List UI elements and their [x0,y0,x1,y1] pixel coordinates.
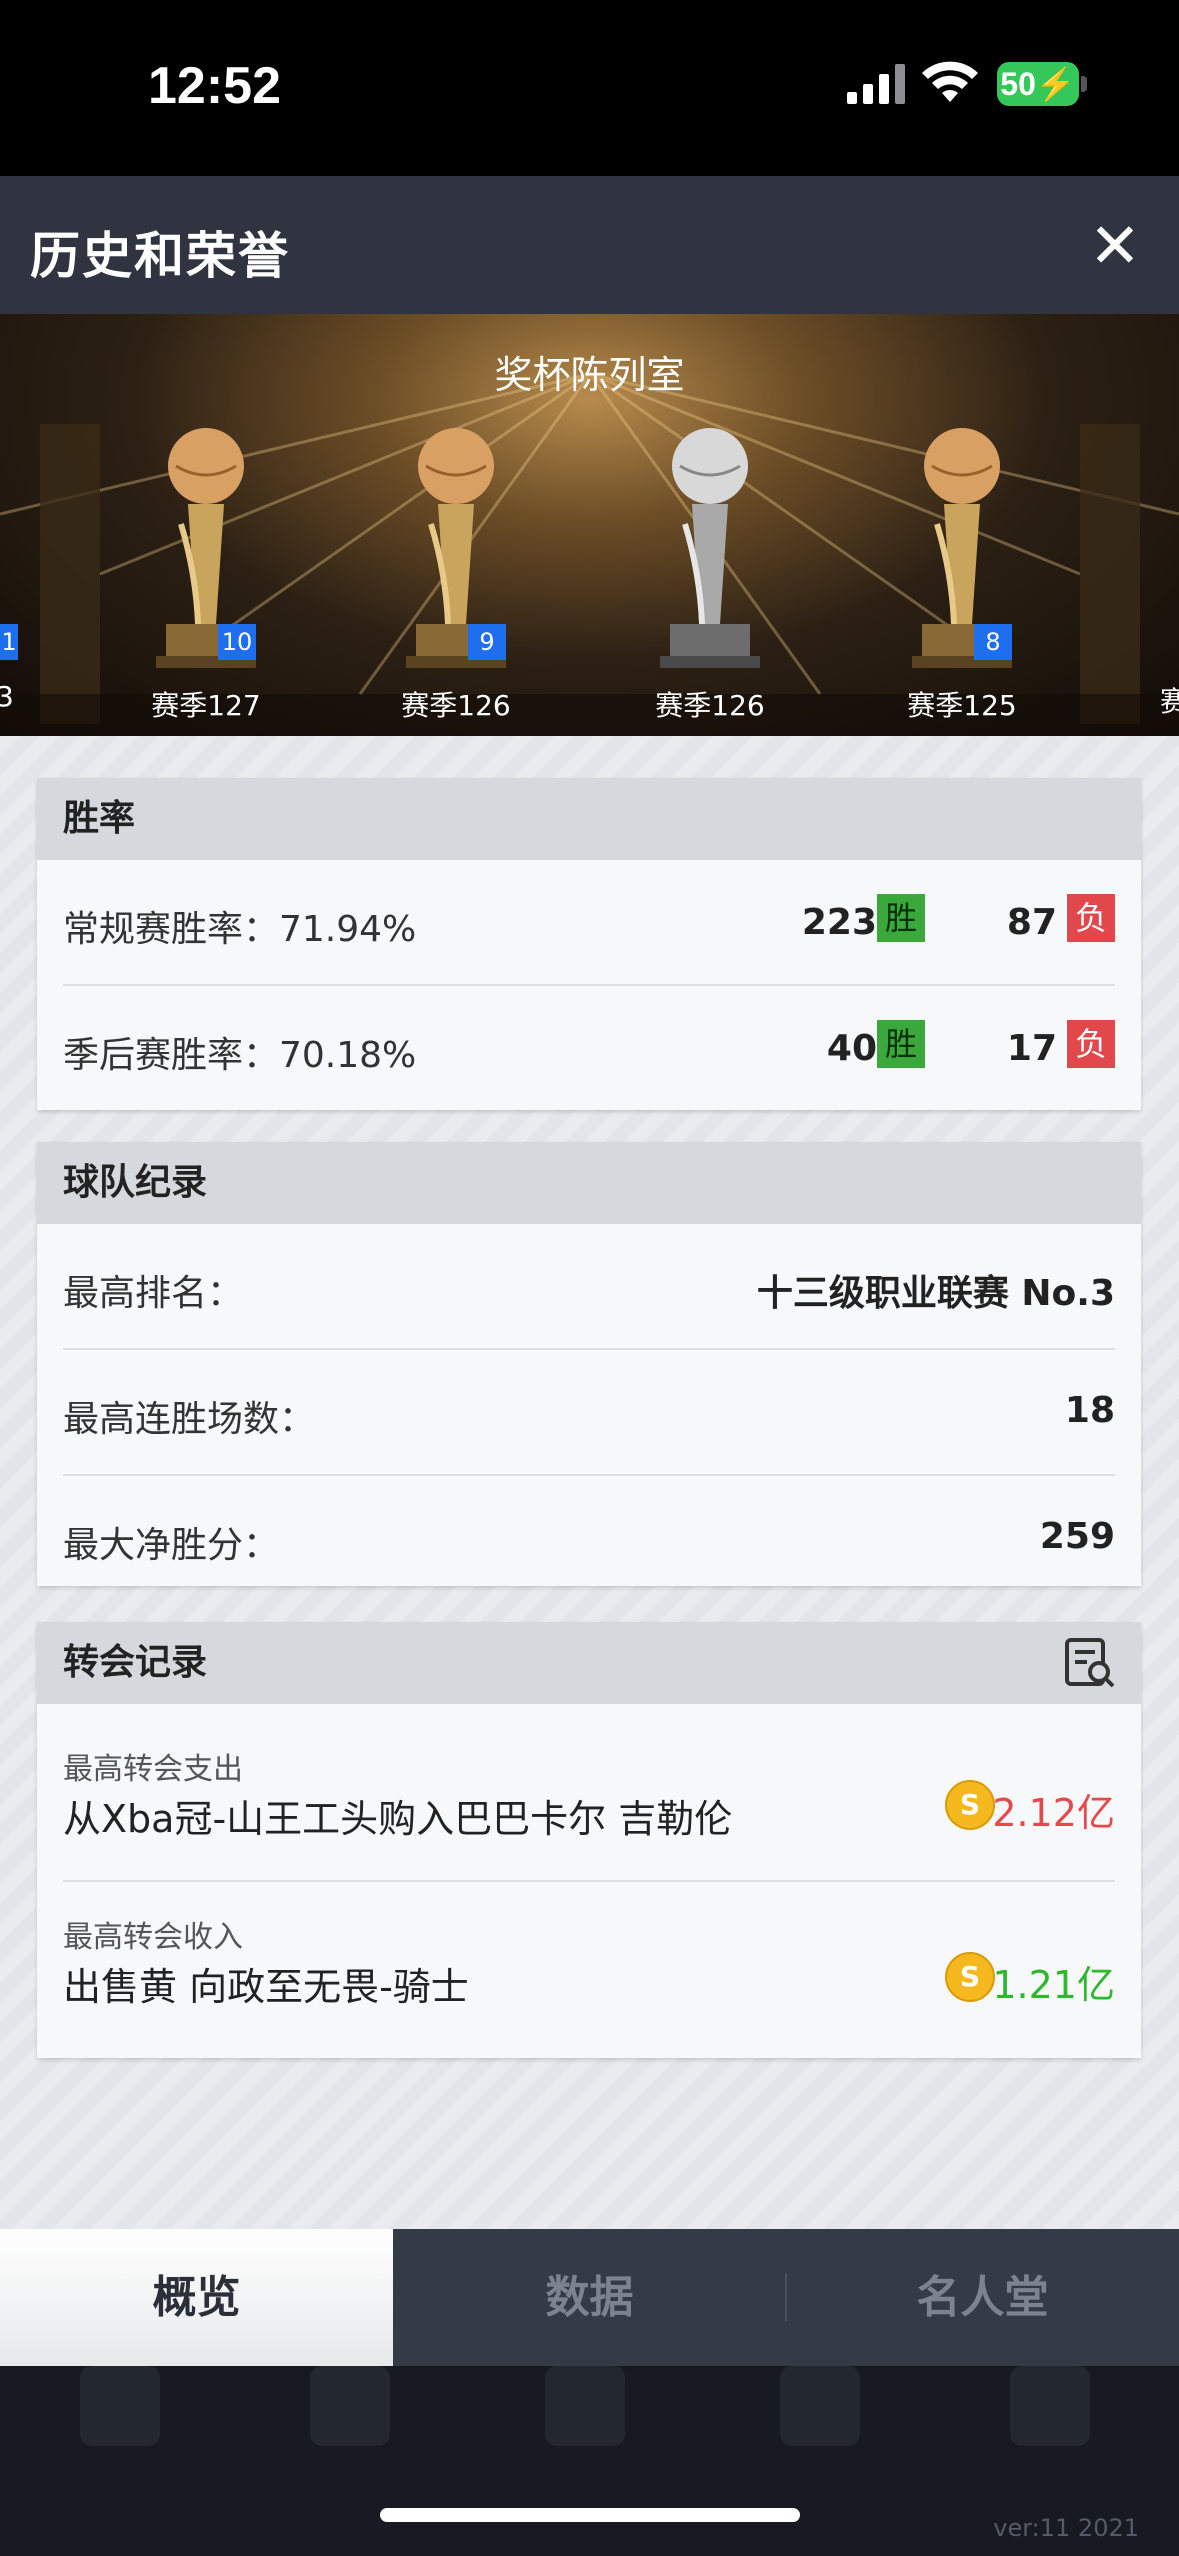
trophy-room-title: 奖杯陈列室 [494,353,685,397]
regular-wins: 223 [801,902,877,943]
playoff-wins: 40 [826,1028,877,1069]
trophy-partial-left[interactable]: 1 3 [0,624,20,724]
record-row: 最高连胜场数： 18 [63,1350,1115,1476]
transfer-record-title: 转会记录 [63,1642,208,1683]
tab-overview[interactable]: 概览 [0,2229,393,2366]
trophy-item[interactable]: 赛季126 [630,424,790,724]
transfer-amount: 2.12亿 [992,1791,1115,1835]
transfer-description: 出售黄 向政至无畏-骑士 [63,1965,469,2009]
win-rate-card: 胜率 常规赛胜率：71.94% 223 胜 87 负 季后赛胜率：70.18% … [37,778,1141,1110]
trophy-room-banner: 奖杯陈列室 1 3 10 赛季127 9 赛季126 赛季126 8 赛季125… [0,314,1179,736]
trophy-badge: 10 [218,624,256,660]
coin-icon: S [945,1952,995,2002]
section-tabs: 概览 数据 名人堂 [0,2229,1179,2366]
cellular-signal-icon [847,64,905,104]
record-value: 十三级职业联赛 No.3 [756,1273,1115,1314]
win-rate-title: 胜率 [37,778,1141,860]
battery-indicator: 50 ⚡ [997,62,1079,106]
playoff-losses: 17 [1006,1028,1057,1069]
record-row: 最大净胜分： 259 [63,1476,1115,1586]
trophy-season-label: 赛季125 [907,689,1017,722]
regular-season-win-rate: 常规赛胜率：71.94% [63,909,417,950]
trophy-badge: 8 [974,624,1012,660]
win-tag: 胜 [877,894,925,942]
wifi-icon [922,61,978,102]
battery-cap [1081,76,1087,92]
tab-hall-of-fame[interactable]: 名人堂 [786,2229,1179,2366]
gold-trophy-icon [912,428,1012,668]
close-button[interactable]: ✕ [1079,210,1151,282]
record-label: 最高连胜场数： [63,1399,316,1440]
coin-icon: S [945,1780,995,1830]
blurred-nav-icon [545,2366,625,2446]
regular-season-row: 常规赛胜率：71.94% 223 胜 87 负 [63,860,1115,986]
status-time: 12:52 [148,57,281,115]
transfer-caption: 最高转会收入 [63,1920,243,1955]
trophy-season-label: 赛季126 [655,689,765,722]
trophy-season-label: 3 [0,680,14,713]
transfer-caption: 最高转会支出 [63,1752,243,1787]
trophy-item[interactable]: 8 赛季125 [882,424,1042,724]
blurred-bottom-nav: ver:11 2021 [0,2366,1179,2556]
trophy-badge: 1 [0,624,18,660]
content-area: 胜率 常规赛胜率：71.94% 223 胜 87 负 季后赛胜率：70.18% … [0,736,1179,2229]
transfer-row: 最高转会收入 出售黄 向政至无畏-骑士 S 1.21亿 [63,1882,1115,2058]
blurred-nav-icon [310,2366,390,2446]
transfer-record-card: 转会记录 最高转会支出 从Xba冠-山王工头购入巴巴卡尔 吉勒伦 S 2.12亿… [37,1622,1141,2058]
trophy-item[interactable]: 9 赛季126 [376,424,536,724]
tab-data[interactable]: 数据 [393,2229,786,2366]
trophy-item[interactable]: 10 赛季127 [126,424,286,724]
blurred-nav-icon [1010,2366,1090,2446]
trophy-partial-right[interactable]: 赛 [1160,680,1179,720]
team-record-card: 球队纪录 最高排名： 十三级职业联赛 No.3 最高连胜场数： 18 最大净胜分… [37,1142,1141,1586]
record-row: 最高排名： 十三级职业联赛 No.3 [63,1224,1115,1350]
win-tag: 胜 [877,1020,925,1068]
record-value: 18 [1064,1390,1115,1431]
gold-trophy-icon [156,428,256,668]
status-bar: 12:52 50 ⚡ [0,0,1179,176]
record-value: 259 [1039,1516,1115,1557]
loss-tag: 负 [1067,894,1115,942]
record-label: 最大净胜分： [63,1525,280,1566]
record-label: 最高排名： [63,1273,244,1314]
team-record-title: 球队纪录 [37,1142,1141,1224]
trophy-season-label: 赛 [1160,685,1179,718]
battery-level: 50 [1000,65,1036,102]
playoff-row: 季后赛胜率：70.18% 40 胜 17 负 [63,986,1115,1110]
version-label: ver:11 2021 [993,2514,1139,2542]
blurred-nav-icon [780,2366,860,2446]
trophy-season-label: 赛季126 [401,689,511,722]
transfer-row: 最高转会支出 从Xba冠-山王工头购入巴巴卡尔 吉勒伦 S 2.12亿 [63,1704,1115,1882]
home-indicator[interactable] [380,2508,800,2522]
page-header: 历史和荣誉 ✕ [0,176,1179,314]
transfer-amount: 1.21亿 [992,1963,1115,2007]
search-document-icon[interactable] [1063,1636,1117,1690]
loss-tag: 负 [1067,1020,1115,1068]
transfer-description: 从Xba冠-山王工头购入巴巴卡尔 吉勒伦 [63,1797,733,1841]
trophy-badge: 9 [468,624,506,660]
page-title: 历史和荣誉 [30,227,290,285]
playoff-win-rate: 季后赛胜率：70.18% [63,1035,417,1076]
silver-trophy-icon [660,428,760,668]
blurred-nav-icon [80,2366,160,2446]
gold-trophy-icon [406,428,506,668]
transfer-record-header: 转会记录 [37,1622,1141,1704]
trophy-season-label: 赛季127 [151,689,261,722]
regular-losses: 87 [1006,902,1057,943]
